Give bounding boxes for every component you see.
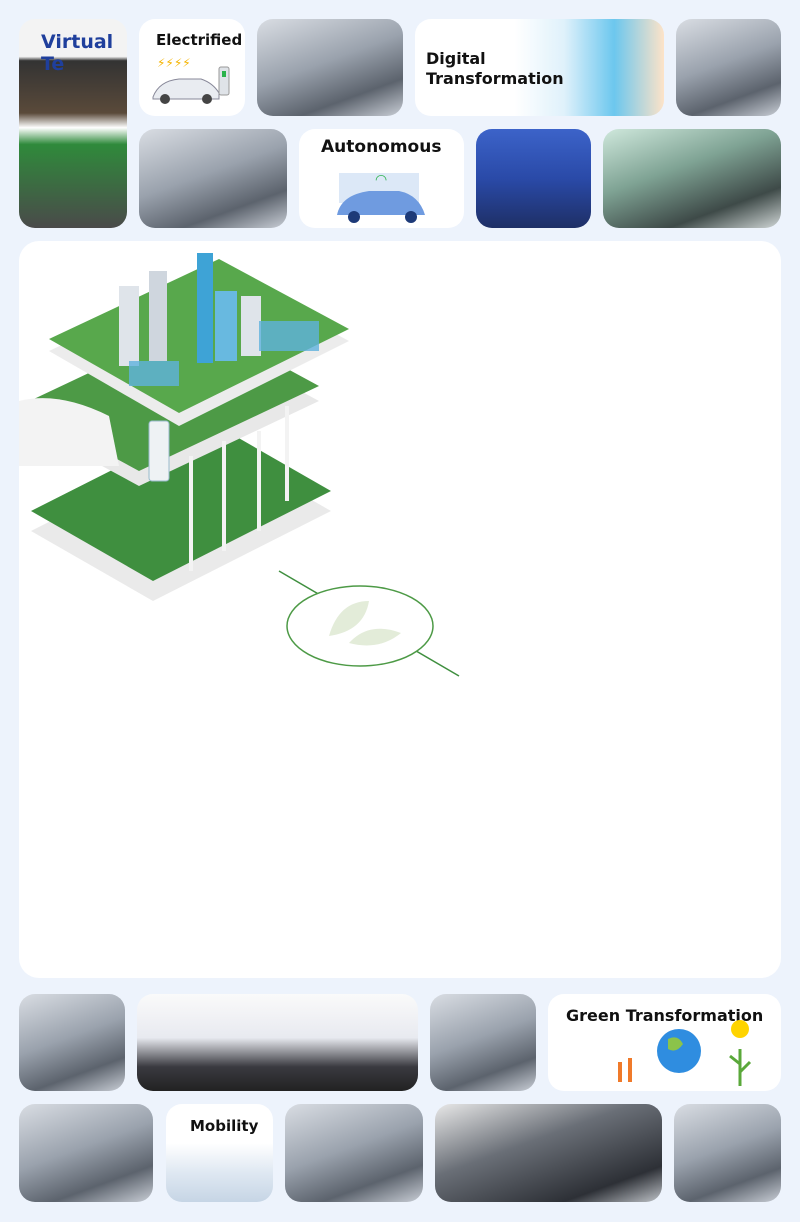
photo-cockpit-demo xyxy=(139,129,287,228)
photo-micro-ev xyxy=(19,1104,153,1202)
digital-transformation-label: Digital Transformation xyxy=(426,49,564,88)
main-illustration-card xyxy=(19,241,781,978)
photo-chassis-crowd xyxy=(257,19,403,116)
svg-text:⚡⚡⚡⚡: ⚡⚡⚡⚡ xyxy=(157,56,191,70)
photo-vehicle-body-display xyxy=(435,1104,662,1202)
photo-autonomous-shuttle xyxy=(603,129,781,228)
photo-driving-simulator xyxy=(476,129,591,228)
tile-digital-transformation[interactable]: Digital Transformation xyxy=(415,19,664,116)
tile-autonomous[interactable]: Autonomous ◠ xyxy=(299,129,464,228)
autonomous-car-icon: ◠ xyxy=(337,172,425,223)
photo-virtual-test-booth: Virtual Te xyxy=(19,19,127,228)
tile-electrified[interactable]: Electrified ⚡⚡⚡⚡ xyxy=(139,19,245,116)
virtual-test-sign: Virtual Te xyxy=(41,31,114,75)
photo-engine-display xyxy=(430,994,536,1091)
photo-display-booth xyxy=(676,19,781,116)
electric-car-icon: ⚡⚡⚡⚡ xyxy=(152,56,230,104)
smart-city-illustration xyxy=(19,253,460,677)
mobility-label: Mobility xyxy=(190,1117,259,1135)
photo-exhibition-hall-crowd xyxy=(137,994,418,1091)
svg-text:◠: ◠ xyxy=(375,172,387,188)
photo-wheel-motor-booth xyxy=(674,1104,781,1202)
tile-mobility[interactable]: Mobility xyxy=(166,1104,273,1202)
photo-component-handling xyxy=(19,994,125,1091)
photo-motor-display xyxy=(285,1104,423,1202)
earth-sun-plant-icon xyxy=(618,1020,752,1086)
tile-green-transformation[interactable]: Green Transformation xyxy=(548,994,781,1091)
